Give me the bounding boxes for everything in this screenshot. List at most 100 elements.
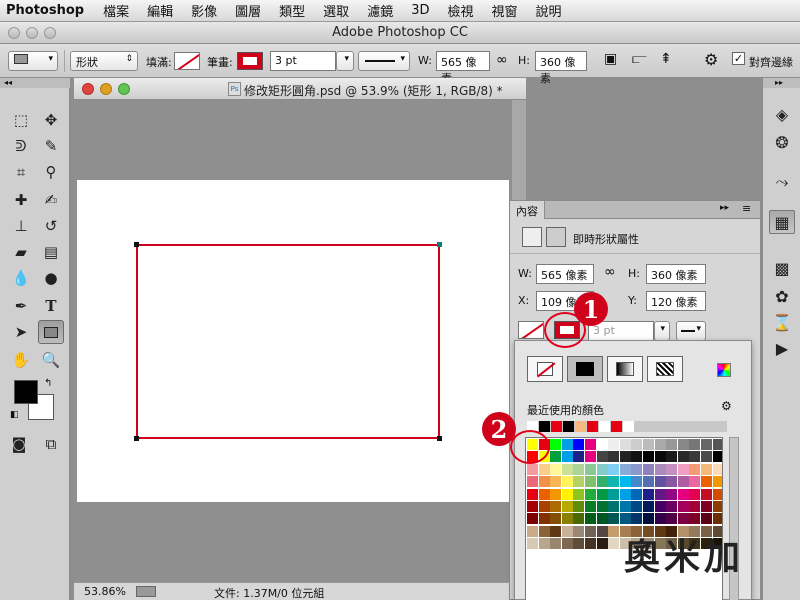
clone-stamp-tool-icon[interactable]: ⊥ bbox=[8, 214, 34, 238]
solid-color-button[interactable] bbox=[567, 356, 603, 382]
menu-layer[interactable]: 圖層 bbox=[226, 1, 270, 20]
minimize-document-button[interactable] bbox=[100, 83, 112, 95]
actions-play-icon[interactable]: ▶ bbox=[769, 336, 795, 360]
color-swatch[interactable] bbox=[654, 501, 666, 512]
color-swatch[interactable] bbox=[596, 525, 608, 537]
zoom-tool-icon[interactable]: 🔍 bbox=[38, 348, 64, 372]
color-swatch[interactable] bbox=[596, 488, 608, 500]
pattern-button[interactable] bbox=[647, 356, 683, 382]
channels-icon[interactable]: ❂ bbox=[769, 130, 795, 154]
transform-handle-top-right[interactable] bbox=[437, 242, 442, 247]
menu-file[interactable]: 檔案 bbox=[94, 1, 138, 20]
color-swatch[interactable] bbox=[527, 463, 538, 475]
color-swatch[interactable] bbox=[677, 476, 689, 488]
color-swatch[interactable] bbox=[654, 463, 666, 475]
color-swatch[interactable] bbox=[585, 476, 596, 488]
color-swatch[interactable] bbox=[573, 463, 585, 475]
color-swatch[interactable] bbox=[596, 476, 608, 488]
document-scrollbar[interactable] bbox=[512, 100, 526, 200]
align-edges-checkbox[interactable]: ✓ bbox=[732, 52, 745, 65]
color-swatch[interactable] bbox=[689, 501, 701, 512]
color-palette-icon[interactable]: ✿ bbox=[769, 284, 795, 308]
path-selection-tool-icon[interactable]: ➤ bbox=[8, 320, 34, 344]
color-swatch[interactable] bbox=[538, 513, 550, 525]
color-swatch[interactable] bbox=[561, 538, 573, 550]
menu-image[interactable]: 影像 bbox=[182, 1, 226, 20]
color-swatch[interactable] bbox=[573, 488, 585, 500]
color-swatch[interactable] bbox=[538, 488, 550, 500]
type-tool-icon[interactable]: T bbox=[38, 294, 64, 318]
menu-type[interactable]: 類型 bbox=[270, 1, 314, 20]
transform-handle-top-left[interactable] bbox=[134, 242, 139, 247]
color-swatch[interactable] bbox=[631, 488, 643, 500]
color-swatch[interactable] bbox=[573, 501, 585, 512]
recent-color-swatch[interactable] bbox=[611, 421, 622, 432]
history-icon[interactable]: ⌛ bbox=[769, 310, 795, 334]
color-swatch[interactable] bbox=[701, 476, 712, 488]
color-swatch[interactable] bbox=[677, 513, 689, 525]
mode-select[interactable]: 形狀 ⇕ bbox=[70, 51, 138, 71]
eyedropper-tool-icon[interactable]: ⚲ bbox=[38, 160, 64, 184]
color-swatch[interactable] bbox=[585, 463, 596, 475]
color-swatch[interactable] bbox=[677, 451, 689, 463]
color-swatch[interactable] bbox=[654, 513, 666, 525]
color-swatch[interactable] bbox=[631, 476, 643, 488]
color-swatch[interactable] bbox=[619, 488, 631, 500]
color-swatch[interactable] bbox=[596, 439, 608, 450]
menu-edit[interactable]: 編輯 bbox=[138, 1, 182, 20]
height-field[interactable]: 360 像素 bbox=[535, 51, 587, 85]
properties-icon[interactable]: ▦ bbox=[769, 210, 795, 234]
color-swatch[interactable] bbox=[561, 513, 573, 525]
color-swatch[interactable] bbox=[643, 513, 654, 525]
color-swatch[interactable] bbox=[631, 463, 643, 475]
color-swatch[interactable] bbox=[561, 525, 573, 537]
blur-tool-icon[interactable]: 💧 bbox=[8, 266, 34, 290]
color-swatch[interactable] bbox=[619, 463, 631, 475]
gradient-button[interactable] bbox=[607, 356, 643, 382]
fill-swatch[interactable] bbox=[174, 52, 200, 70]
menu-help[interactable]: 說明 bbox=[527, 1, 571, 20]
color-swatch[interactable] bbox=[643, 488, 654, 500]
color-swatch[interactable] bbox=[619, 501, 631, 512]
prop-y-field[interactable]: 120 像素 bbox=[646, 291, 706, 311]
color-swatch[interactable] bbox=[585, 488, 596, 500]
color-swatch[interactable] bbox=[527, 476, 538, 488]
color-swatch[interactable] bbox=[561, 476, 573, 488]
color-swatch[interactable] bbox=[573, 451, 585, 463]
stroke-width-dropdown[interactable]: ▾ bbox=[336, 51, 354, 71]
color-swatch[interactable] bbox=[561, 439, 573, 450]
color-swatch[interactable] bbox=[631, 439, 643, 450]
color-swatch[interactable] bbox=[631, 451, 643, 463]
color-swatch[interactable] bbox=[561, 451, 573, 463]
recent-color-swatch[interactable] bbox=[599, 421, 610, 432]
close-document-button[interactable] bbox=[82, 83, 94, 95]
menu-select[interactable]: 選取 bbox=[314, 1, 358, 20]
recent-color-swatch[interactable] bbox=[563, 421, 574, 432]
color-swatch[interactable] bbox=[666, 501, 678, 512]
transform-handle-bottom-right[interactable] bbox=[437, 436, 442, 441]
color-swatch[interactable] bbox=[677, 488, 689, 500]
color-swatch[interactable] bbox=[608, 538, 620, 550]
crop-tool-icon[interactable]: ⌗ bbox=[8, 160, 34, 184]
marquee-tool-icon[interactable]: ⬚ bbox=[8, 108, 34, 132]
color-swatch[interactable] bbox=[666, 488, 678, 500]
color-swatch[interactable] bbox=[585, 451, 596, 463]
color-swatch[interactable] bbox=[666, 439, 678, 450]
stroke-width-field[interactable]: 3 pt bbox=[270, 51, 336, 71]
color-picker-icon[interactable] bbox=[717, 363, 731, 377]
color-swatch[interactable] bbox=[712, 439, 722, 450]
dock-collapse-handle[interactable]: ▸▸ bbox=[763, 78, 800, 88]
color-swatch[interactable] bbox=[666, 451, 678, 463]
live-shape-icon[interactable] bbox=[522, 227, 542, 247]
menu-window[interactable]: 視窗 bbox=[483, 1, 527, 20]
color-swatch[interactable] bbox=[550, 463, 562, 475]
color-swatch[interactable] bbox=[596, 451, 608, 463]
prop-stroke-width-dropdown[interactable]: ▾ bbox=[654, 321, 670, 341]
document-tab[interactable]: Ps 修改矩形圓角.psd @ 53.9% (矩形 1, RGB/8) * bbox=[74, 78, 526, 100]
color-swatch[interactable] bbox=[654, 488, 666, 500]
zoom-document-button[interactable] bbox=[118, 83, 130, 95]
color-swatch[interactable] bbox=[619, 451, 631, 463]
properties-tab[interactable]: 內容 bbox=[510, 201, 545, 219]
color-swatch[interactable] bbox=[654, 439, 666, 450]
color-swatch[interactable] bbox=[550, 538, 562, 550]
